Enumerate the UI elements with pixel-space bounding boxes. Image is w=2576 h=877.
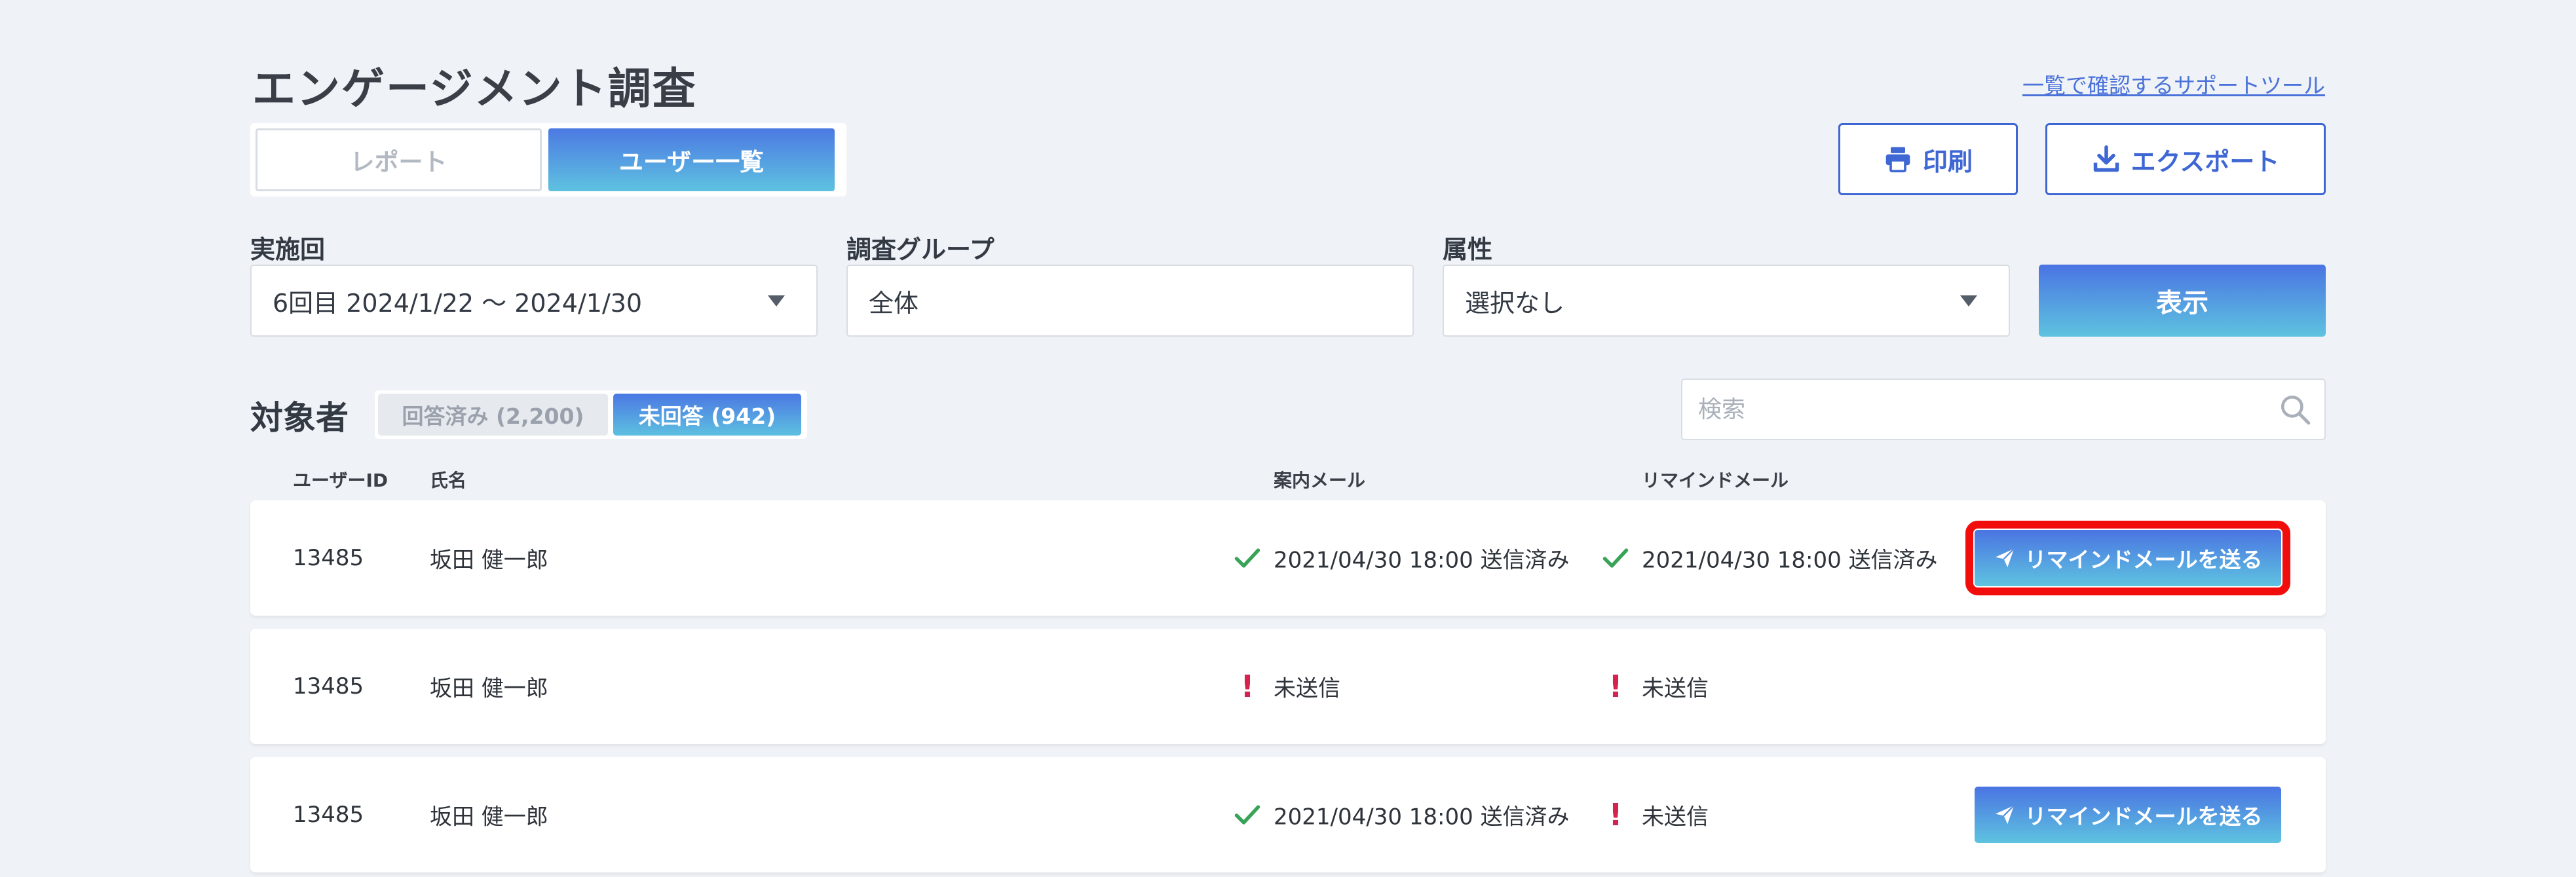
- table-row: 13485 坂田 健一郎! 未送信! 未送信: [250, 629, 2326, 744]
- remind-mail-status: 未送信: [1642, 675, 1709, 702]
- paper-plane-icon: [1995, 548, 2015, 568]
- user-id-cell: 13485: [293, 545, 364, 571]
- group-value: 全体: [869, 288, 919, 318]
- targets-title: 対象者: [250, 399, 349, 437]
- group-field[interactable]: 全体: [846, 265, 1414, 337]
- attribute-label: 属性: [1443, 235, 1493, 264]
- page: エンゲージメント調査 一覧で確認するサポートツール レポート ユーザー一覧 印刷…: [0, 0, 2576, 877]
- export-label: エクスポート: [2131, 147, 2280, 176]
- tab-answered[interactable]: 回答済み (2,200): [378, 394, 608, 436]
- attribute-select[interactable]: 選択なし: [1443, 265, 2010, 337]
- display-button[interactable]: 表示: [2039, 265, 2326, 337]
- paper-plane-icon: [1995, 805, 2015, 825]
- exclamation-icon: !: [1240, 669, 1255, 704]
- check-icon: [1233, 544, 1262, 572]
- search-icon[interactable]: [2279, 393, 2311, 426]
- view-tabs: レポート ユーザー一覧: [250, 123, 846, 196]
- name-cell: 坂田 健一郎: [430, 804, 548, 830]
- send-remind-label: リマインドメールを送る: [2024, 804, 2263, 829]
- print-label: 印刷: [1922, 147, 1973, 176]
- tab-report[interactable]: レポート: [256, 128, 542, 191]
- table-row: 13485 坂田 健一郎 2021/04/30 18:00 送信済み 2021/04/…: [250, 500, 2326, 616]
- send-remind-button[interactable]: リマインドメールを送る: [1965, 521, 2290, 595]
- search-input[interactable]: [1698, 396, 2279, 423]
- exclamation-icon: !: [1608, 669, 1623, 704]
- column-remind-mail: リマインドメール: [1642, 470, 1789, 491]
- status-tabs: 回答済み (2,200) 未回答 (942): [375, 390, 807, 439]
- column-guide-mail: 案内メール: [1274, 470, 1366, 491]
- attribute-value: 選択なし: [1465, 288, 1565, 318]
- exclamation-icon: !: [1608, 797, 1623, 832]
- remind-mail-status: 未送信: [1642, 804, 1709, 830]
- tab-unanswered[interactable]: 未回答 (942): [613, 394, 801, 436]
- download-icon: [2093, 145, 2119, 172]
- user-id-cell: 13485: [293, 802, 364, 828]
- user-id-cell: 13485: [293, 673, 364, 700]
- chevron-down-icon: [768, 295, 785, 307]
- column-name: 氏名: [430, 470, 467, 491]
- session-select[interactable]: 6回目 2024/1/22 〜 2024/1/30: [250, 265, 818, 337]
- name-cell: 坂田 健一郎: [430, 675, 548, 702]
- name-cell: 坂田 健一郎: [430, 547, 548, 574]
- chevron-down-icon: [1960, 295, 1977, 307]
- check-icon: [1601, 544, 1630, 572]
- print-button[interactable]: 印刷: [1838, 123, 2018, 195]
- send-remind-button[interactable]: リマインドメールを送る: [1975, 787, 2281, 843]
- page-title: エンゲージメント調査: [252, 64, 697, 114]
- send-remind-label: リマインドメールを送る: [2024, 547, 2263, 572]
- check-icon: [1233, 800, 1262, 829]
- session-value: 6回目 2024/1/22 〜 2024/1/30: [273, 288, 643, 318]
- session-label: 実施回: [250, 235, 326, 264]
- export-button[interactable]: エクスポート: [2045, 123, 2326, 195]
- tab-user-list[interactable]: ユーザー一覧: [548, 128, 835, 191]
- support-tool-link[interactable]: 一覧で確認するサポートツール: [2022, 68, 2325, 100]
- printer-icon: [1885, 147, 1910, 173]
- column-user-id: ユーザーID: [293, 470, 388, 491]
- group-label: 調査グループ: [846, 235, 994, 264]
- remind-mail-status: 2021/04/30 18:00 送信済み: [1642, 547, 1938, 574]
- search-box: [1681, 379, 2326, 440]
- guide-mail-status: 2021/04/30 18:00 送信済み: [1274, 547, 1570, 574]
- guide-mail-status: 2021/04/30 18:00 送信済み: [1274, 804, 1570, 830]
- table-row: 13485 坂田 健一郎 2021/04/30 18:00 送信済み! 未送信 リマイン…: [250, 757, 2326, 872]
- guide-mail-status: 未送信: [1274, 675, 1340, 702]
